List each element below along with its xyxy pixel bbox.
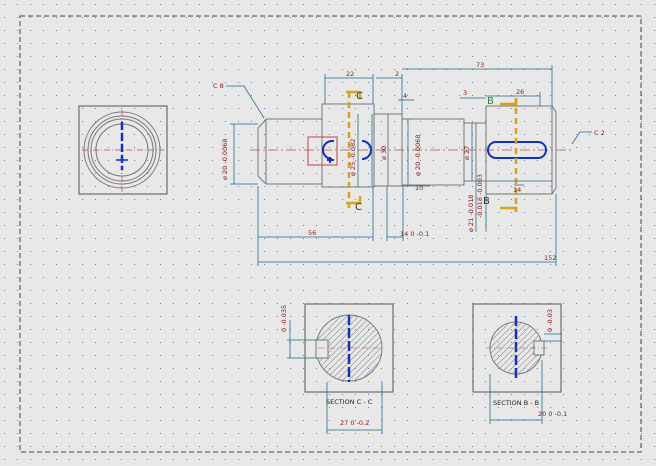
section-label-b-top: B xyxy=(487,96,494,107)
dim-26: 26 xyxy=(516,88,524,96)
dim-tol-mid: 14 0 -0.1 xyxy=(400,230,429,238)
section-c-depth-dim: 0 -0.035 xyxy=(280,305,288,332)
chamfer-c2-label: C 2 xyxy=(594,129,605,137)
dim-14: 14 xyxy=(513,186,521,194)
dim-dia20-left: ø 20 -0.0068 xyxy=(221,139,229,180)
dim-22: 22 xyxy=(346,70,354,78)
section-c-view[interactable] xyxy=(230,303,477,393)
dim-3: 3 xyxy=(463,89,467,97)
end-view[interactable] xyxy=(78,105,168,195)
sheet-border xyxy=(19,15,642,453)
section-b-view[interactable] xyxy=(406,303,640,393)
section-label-b-bottom: B xyxy=(483,196,490,207)
section-c-caption: SECTION C - C xyxy=(326,398,373,406)
section-b-width-dim: 20 0 -0.1 xyxy=(538,410,567,418)
section-label-c-top: C xyxy=(356,91,363,102)
dim-dia25: ø 25 -0.082 xyxy=(349,139,357,176)
dim-dia27: ø 27 xyxy=(463,146,471,160)
dim-tol-right-a: ø 21 -0.018 xyxy=(467,195,475,232)
dim-152: 152 xyxy=(544,254,556,262)
chamfer-c8-label: C 8 xyxy=(213,82,224,90)
dim-2: 2 xyxy=(395,70,399,78)
shaft-elevation[interactable] xyxy=(257,103,557,195)
keyway-slot-left[interactable] xyxy=(322,140,372,163)
dim-10: 10 xyxy=(415,184,423,192)
dim-56: 56 xyxy=(308,229,316,237)
dim-4: 4 xyxy=(403,92,407,100)
dimension-texts: C 8 C 2 22 2 73 3 26 4 56 10 14 152 14 0… xyxy=(213,61,605,262)
dim-73: 73 xyxy=(476,61,484,69)
section-label-c-bottom: C xyxy=(355,202,362,213)
technical-drawing-canvas[interactable]: C C B B C 8 C 2 22 2 73 3 26 4 56 10 14 … xyxy=(0,0,656,466)
section-b-depth-dim: 0 -0.03 xyxy=(546,309,554,332)
dim-dia30: ø 30 xyxy=(380,146,388,160)
section-b-caption: SECTION B - B xyxy=(493,399,539,407)
dim-dia20-mid: ø 20 -0.0068 xyxy=(414,135,422,176)
section-marker-b[interactable] xyxy=(500,98,518,212)
dim-tol-right-b: -0.018 -0.003 xyxy=(476,174,484,218)
section-c-width-dim: 27 0 -0.2 xyxy=(340,419,369,427)
